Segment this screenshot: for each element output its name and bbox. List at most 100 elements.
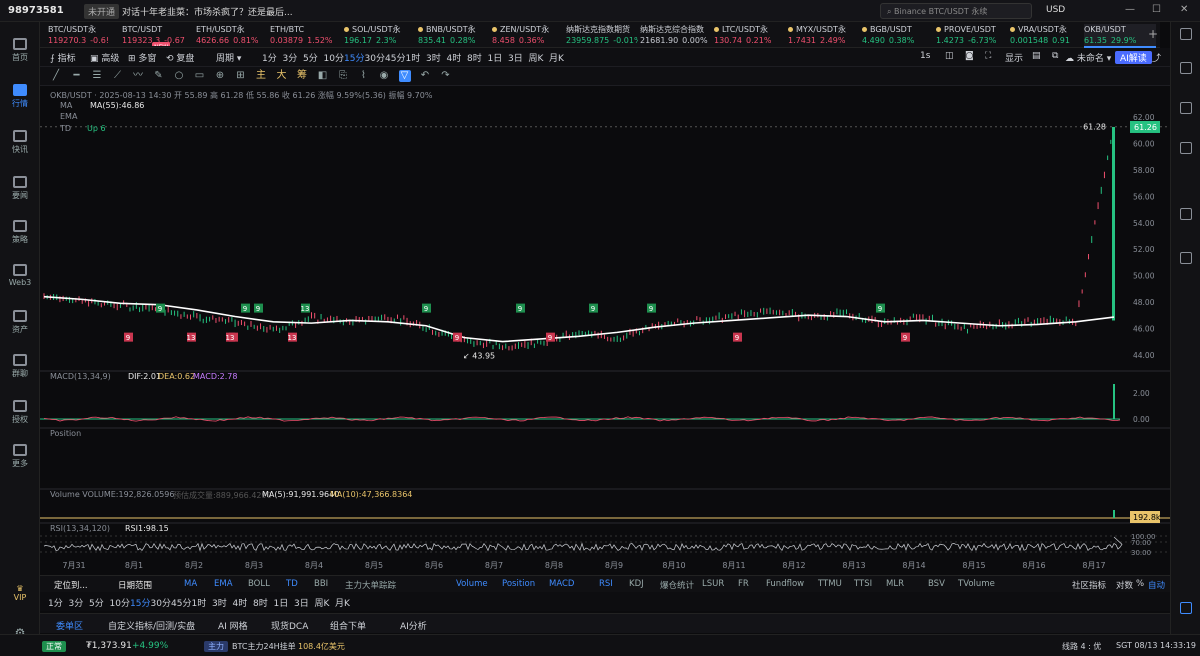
bottom-interval-9[interactable]: 4时 <box>233 596 248 609</box>
minimize-button[interactable]: — <box>1125 4 1135 15</box>
drawing-tool-15[interactable]: ⌇ <box>358 70 370 82</box>
sub-ind-10[interactable]: TTSI <box>854 579 872 589</box>
bottom-interval-5[interactable]: 30分 <box>151 596 171 609</box>
add-tab-button[interactable]: + <box>1148 27 1158 41</box>
news-icon[interactable] <box>1180 142 1192 154</box>
interval-11[interactable]: 1日 <box>488 51 503 64</box>
drawing-tool-8[interactable]: ⊕ <box>214 70 226 82</box>
bottom-interval-0[interactable]: 1分 <box>48 596 63 609</box>
sub-ind-4[interactable]: KDJ <box>629 579 644 589</box>
close-button[interactable]: ✕ <box>1180 4 1188 15</box>
account-status-badge[interactable]: 未开通 <box>84 4 120 19</box>
interval-0[interactable]: 1分 <box>262 51 277 64</box>
ticker-tab-2[interactable]: ETH/USDT永 4626.66 0.81% <box>196 24 268 46</box>
chart-area[interactable]: 999991313999999999131361.28↙ 43.957月318月… <box>40 86 1170 574</box>
sidebar-item-assets[interactable]: 资产 <box>0 310 40 335</box>
list-icon[interactable] <box>1180 252 1192 264</box>
sidebar-item-more[interactable]: 更多 <box>0 444 40 469</box>
ticker-tab-8[interactable]: 纳斯达克综合指数 21681.90 0.00% <box>640 24 712 46</box>
drawing-tool-1[interactable]: ━ <box>71 70 83 82</box>
interval-13[interactable]: 周K <box>529 51 544 64</box>
ticker-tab-12[interactable]: PROVE/USDT 1.4273 -6.73% <box>936 24 1008 46</box>
bottom-interval-7[interactable]: 1时 <box>192 596 207 609</box>
order-tab-3[interactable]: 现货DCA <box>271 619 308 632</box>
sub-ind-9[interactable]: TTMU <box>818 579 842 589</box>
indicator-button[interactable]: ⨍ 指标 <box>50 51 76 64</box>
ticker-tab-4[interactable]: SOL/USDT永 196.17 2.3% <box>344 24 416 46</box>
main-ind-2[interactable]: BOLL <box>248 579 270 589</box>
main-ind-5[interactable]: 主力大单踪踪 <box>345 579 396 591</box>
rsi-label[interactable]: RSI(13,34,120) <box>50 524 110 533</box>
sub-ind-11[interactable]: MLR <box>886 579 904 589</box>
period-button[interactable]: 周期 ▾ <box>216 51 241 64</box>
auto-scale-toggle[interactable]: 自动 <box>1148 579 1165 591</box>
interval-14[interactable]: 月K <box>549 51 564 64</box>
sidebar-item-auth[interactable]: 授权 <box>0 400 40 425</box>
currency-select[interactable]: USD <box>1046 5 1065 15</box>
drawing-tool-10[interactable]: 主 <box>255 70 267 82</box>
drawing-tool-0[interactable]: ╱ <box>50 70 62 82</box>
ticker-tab-5[interactable]: BNB/USDT永 835.41 0.28% <box>418 24 490 46</box>
ticker-tab-3[interactable]: ETH/BTC 0.03879 1.52% <box>270 24 342 46</box>
sub-ind-0[interactable]: Volume <box>456 579 488 589</box>
order-tab-2[interactable]: AI 网格 <box>218 619 248 632</box>
order-tab-5[interactable]: AI分析 <box>400 619 427 632</box>
log-scale-toggle[interactable]: 对数 <box>1116 579 1133 591</box>
percent-toggle[interactable]: % <box>1136 579 1144 589</box>
bottom-interval-2[interactable]: 5分 <box>89 596 104 609</box>
sidebar-item-web3[interactable]: Web3 <box>0 264 40 287</box>
sub-ind-12[interactable]: BSV <box>928 579 945 589</box>
maximize-button[interactable]: ☐ <box>1152 4 1161 15</box>
order-tab-0[interactable]: 委单区 <box>56 619 83 632</box>
bottom-interval-4[interactable]: 15分 <box>130 596 150 609</box>
drawing-tool-19[interactable]: ↷ <box>440 70 452 82</box>
vip-button[interactable]: ♛ VIP <box>0 584 40 602</box>
ticker-tab-7[interactable]: 纳斯达克指数期货 23959.875-0.01% <box>566 24 638 46</box>
interval-4[interactable]: 15分 <box>344 51 364 64</box>
sidebar-item-home[interactable]: 首页 <box>0 38 40 63</box>
position-label[interactable]: Position <box>50 429 81 438</box>
macd-label[interactable]: MACD(13,34,9) <box>50 372 111 381</box>
ticker-tab-13[interactable]: VRA/USDT永 0.001548 0.91 <box>1010 24 1082 46</box>
share-icon[interactable]: ⤴ <box>1152 51 1161 64</box>
drawing-tool-6[interactable]: ○ <box>173 70 185 82</box>
sidebar-item-market[interactable]: 行情 <box>0 84 40 109</box>
date-range-button[interactable]: 日期范围 <box>118 579 152 591</box>
bottom-interval-13[interactable]: 周K <box>315 596 330 609</box>
screenshot-icon[interactable]: ◫ <box>945 51 954 61</box>
drawing-tool-13[interactable]: ◧ <box>317 70 329 82</box>
order-tab-1[interactable]: 自定义指标/回测/实盘 <box>108 619 195 632</box>
interval-8[interactable]: 3时 <box>426 51 441 64</box>
sub-ind-13[interactable]: TVolume <box>958 579 995 589</box>
order-tab-4[interactable]: 组合下单 <box>330 619 366 632</box>
layers-icon[interactable]: ⧉ <box>1052 51 1058 61</box>
drawing-tool-7[interactable]: ▭ <box>194 70 206 82</box>
news-headline[interactable]: 对话十年老韭菜：市场杀疯了？还是最后... <box>122 5 293 18</box>
drawing-tool-14[interactable]: ⎘ <box>337 70 349 82</box>
display-button[interactable]: 显示 <box>1005 51 1023 64</box>
sub-ind-8[interactable]: Fundflow <box>766 579 804 589</box>
advanced-button[interactable]: ▣ 高级 <box>90 51 119 64</box>
sub-ind-7[interactable]: FR <box>738 579 749 589</box>
drawing-tool-5[interactable]: ✎ <box>153 70 165 82</box>
speed-select[interactable]: 1s <box>920 51 930 61</box>
bell-icon[interactable] <box>1180 62 1192 74</box>
ai-interpret-button[interactable]: AI解读 <box>1115 51 1152 64</box>
interval-10[interactable]: 8时 <box>467 51 482 64</box>
ticker-tab-14[interactable]: OKB/USDT 61.35 29.9% <box>1084 24 1156 48</box>
sub-ind-1[interactable]: Position <box>502 579 535 589</box>
drawing-tool-3[interactable]: ⟋ <box>112 70 124 82</box>
main-ind-4[interactable]: BBI <box>314 579 328 589</box>
sidebar-item-news[interactable]: 要闻 <box>0 176 40 201</box>
interval-9[interactable]: 4时 <box>447 51 462 64</box>
drawing-tool-4[interactable]: 〰 <box>132 70 144 82</box>
settings-icon[interactable] <box>1180 208 1192 220</box>
bottom-interval-11[interactable]: 1日 <box>274 596 289 609</box>
ema-indicator-name[interactable]: EMA <box>60 112 77 121</box>
interval-5[interactable]: 30分 <box>365 51 385 64</box>
ticker-tab-11[interactable]: BGB/USDT 4.490 0.38% <box>862 24 934 46</box>
drawing-tool-2[interactable]: ☰ <box>91 70 103 82</box>
bottom-interval-14[interactable]: 月K <box>335 596 350 609</box>
drawing-tool-12[interactable]: 筹 <box>296 70 308 82</box>
search-input[interactable]: ⌕ Binance BTC/USDT 永续 <box>880 3 1032 19</box>
